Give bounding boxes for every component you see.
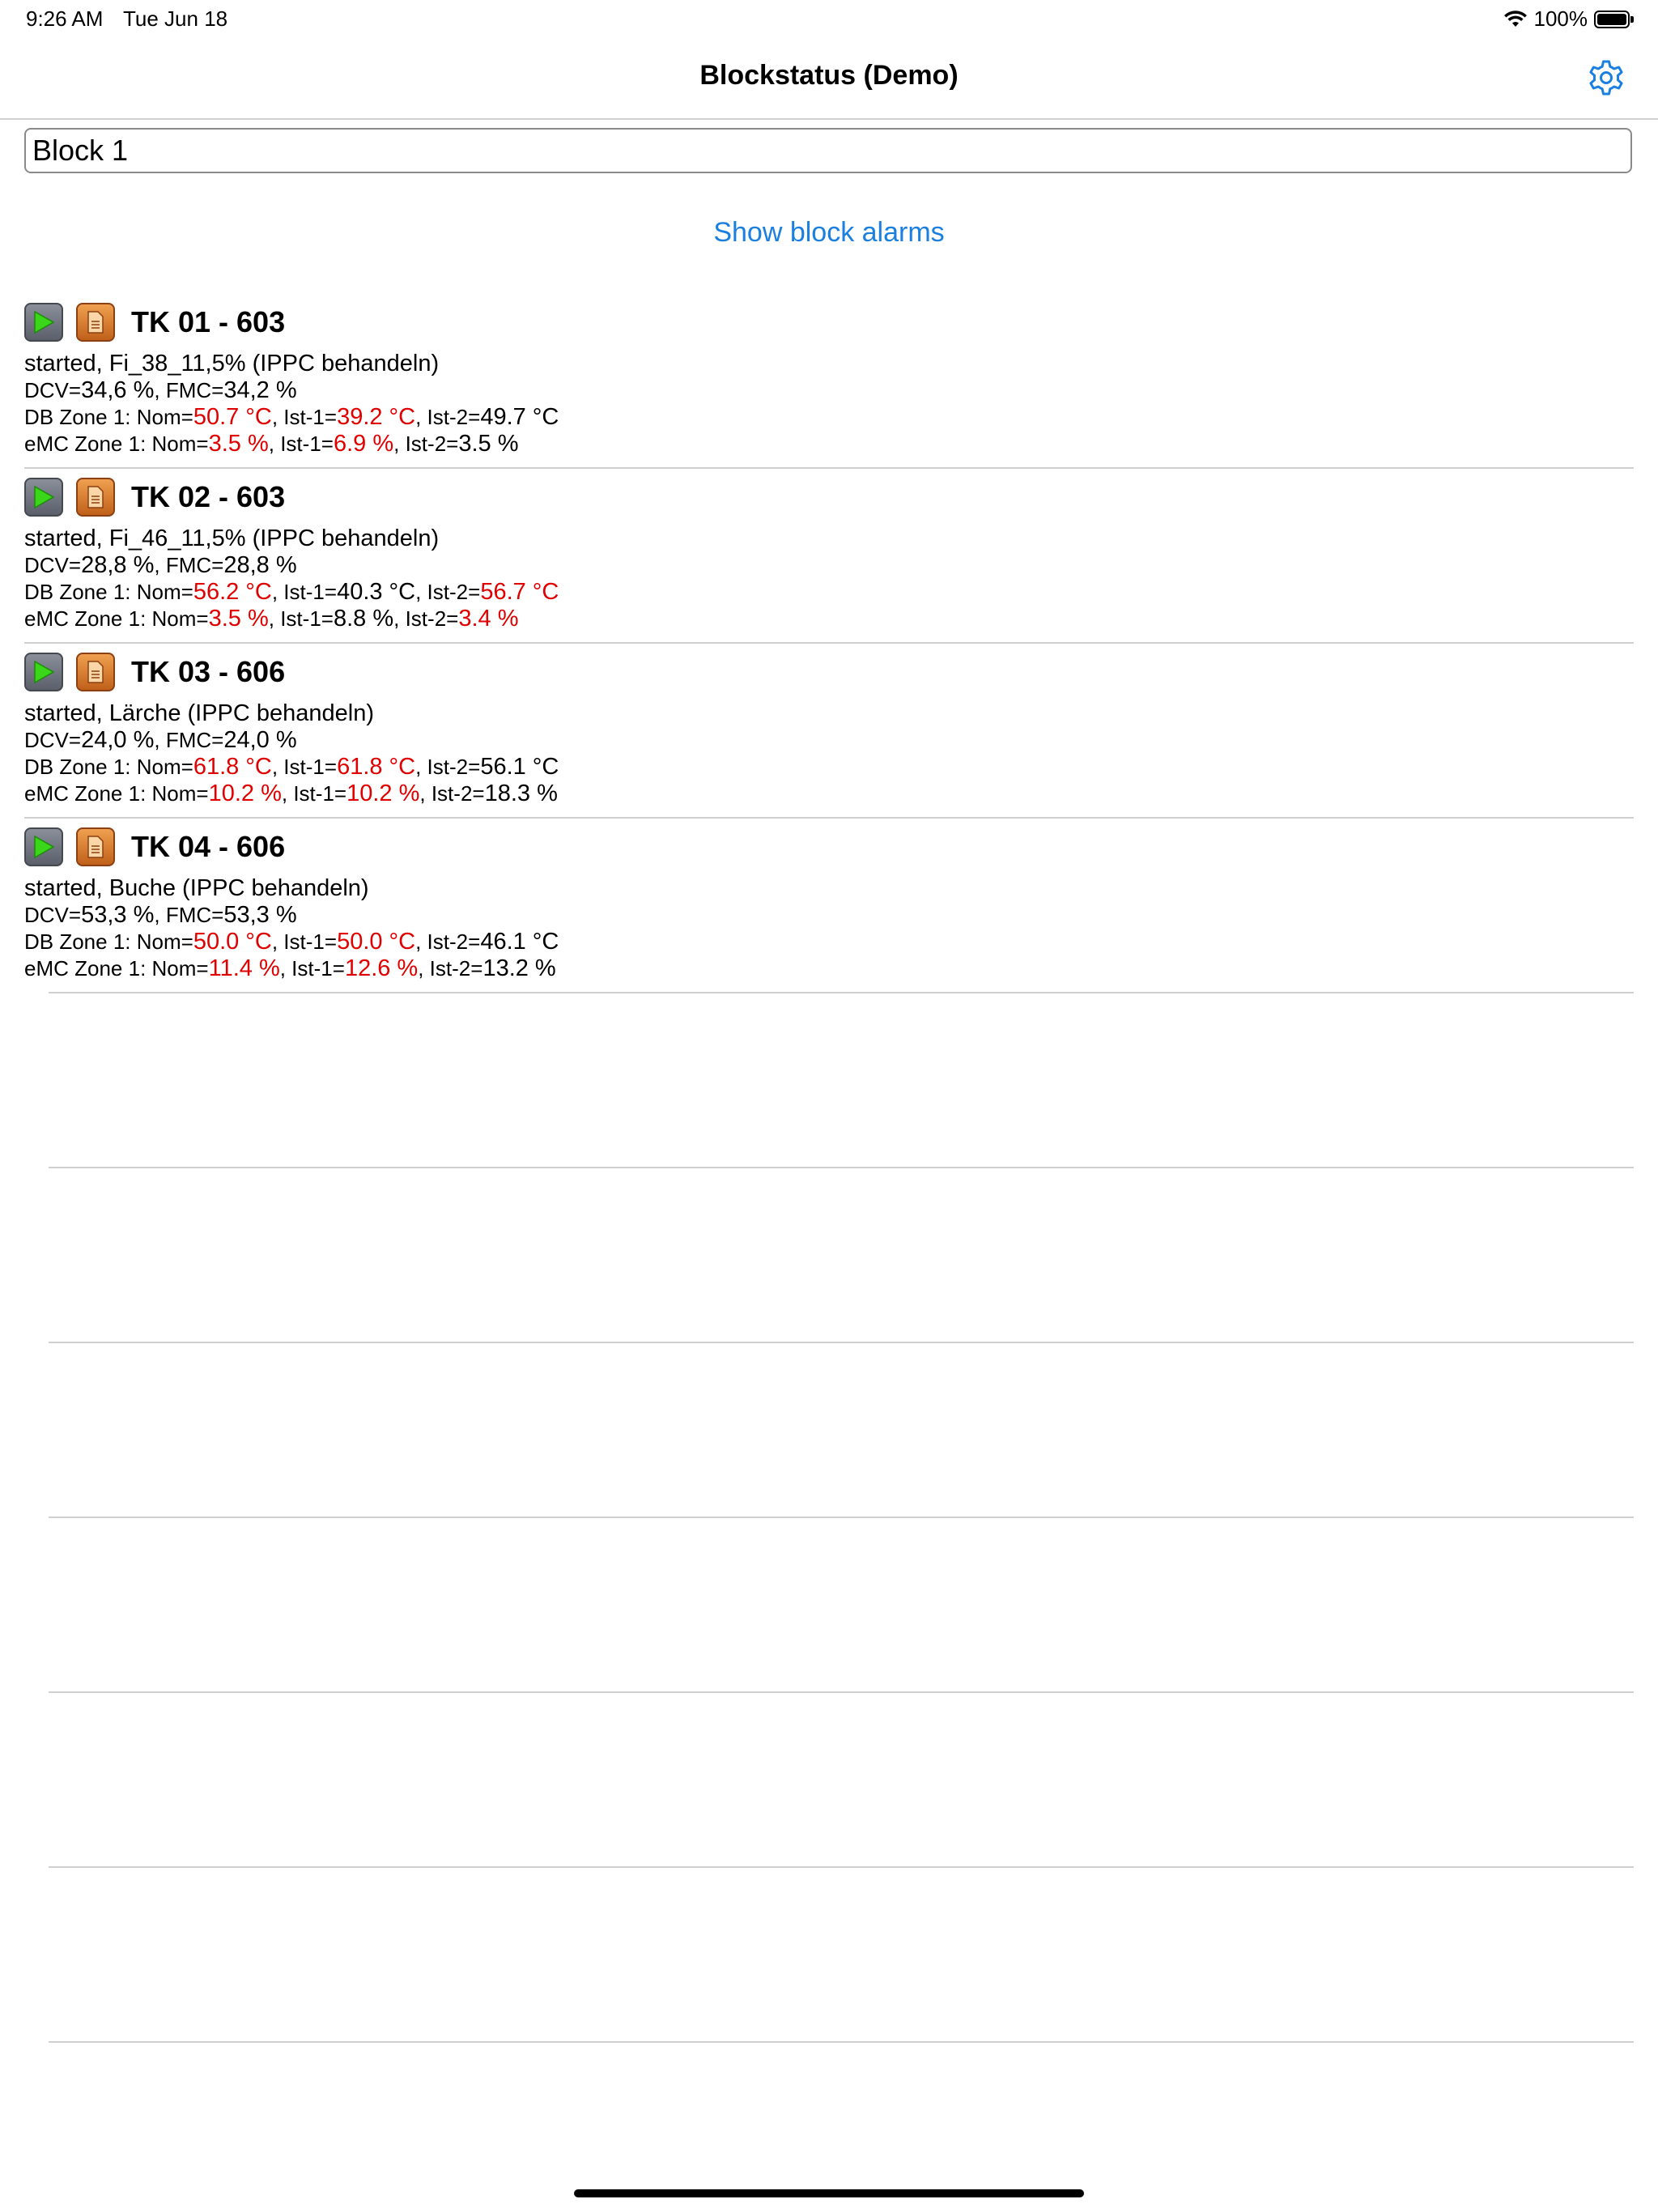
row-status: started, Fi_46_11,5% (IPPC behandeln) (24, 525, 440, 551)
row-db-zone: DB Zone 1: Nom=50.7 °C, Ist-1=39.2 °C, I… (24, 404, 559, 430)
play-button[interactable] (24, 827, 63, 866)
play-icon (34, 660, 55, 684)
empty-row-separator (49, 2041, 1634, 2043)
row-status: started, Buche (IPPC behandeln) (24, 875, 369, 901)
row-dcv-fmc: DCV=34,6 %, FMC=34,2 % (24, 377, 297, 403)
play-icon (34, 835, 55, 859)
home-indicator[interactable] (574, 2189, 1084, 2197)
page-title: Blockstatus (Demo) (699, 60, 959, 91)
empty-row-separator (49, 1866, 1634, 1868)
play-icon (34, 310, 55, 334)
document-icon (87, 836, 104, 858)
block-field[interactable] (24, 128, 1632, 173)
row-separator (24, 817, 1634, 819)
status-date: Tue Jun 18 (123, 6, 228, 31)
row-emc-zone: eMC Zone 1: Nom=11.4 %, Ist-1=12.6 %, Is… (24, 955, 556, 981)
list-item[interactable]: TK 03 - 606 started, Lärche (IPPC behand… (24, 651, 1634, 807)
document-icon (87, 311, 104, 334)
list-item[interactable]: TK 04 - 606 started, Buche (IPPC behande… (24, 826, 1634, 982)
document-button[interactable] (76, 478, 115, 517)
row-emc-zone: eMC Zone 1: Nom=10.2 %, Ist-1=10.2 %, Is… (24, 781, 558, 806)
wifi-icon (1503, 10, 1528, 28)
document-icon (87, 486, 104, 508)
play-button[interactable] (24, 303, 63, 342)
list-item[interactable]: TK 01 - 603 started, Fi_38_11,5% (IPPC b… (24, 301, 1634, 457)
gear-icon (1589, 60, 1623, 96)
row-dcv-fmc: DCV=53,3 %, FMC=53,3 % (24, 902, 297, 928)
row-title: TK 02 - 603 (131, 480, 286, 513)
document-icon (87, 661, 104, 683)
row-emc-zone: eMC Zone 1: Nom=3.5 %, Ist-1=6.9 %, Ist-… (24, 431, 519, 457)
row-db-zone: DB Zone 1: Nom=50.0 °C, Ist-1=50.0 °C, I… (24, 929, 559, 955)
empty-row-separator (49, 1167, 1634, 1168)
row-separator (24, 467, 1634, 469)
row-db-zone: DB Zone 1: Nom=61.8 °C, Ist-1=61.8 °C, I… (24, 754, 559, 780)
row-separator (24, 642, 1634, 644)
list-item[interactable]: TK 02 - 603 started, Fi_46_11,5% (IPPC b… (24, 476, 1634, 632)
row-title: TK 04 - 606 (131, 830, 286, 863)
status-time: 9:26 AM (26, 6, 104, 31)
empty-row-separator (49, 1691, 1634, 1693)
status-bar: 9:26 AM Tue Jun 18 100% (0, 0, 1658, 39)
play-button[interactable] (24, 478, 63, 517)
row-title: TK 03 - 606 (131, 655, 286, 688)
document-button[interactable] (76, 827, 115, 866)
battery-icon (1594, 10, 1634, 28)
show-block-alarms-button[interactable]: Show block alarms (0, 217, 1658, 249)
empty-row-separator (49, 1342, 1634, 1343)
row-db-zone: DB Zone 1: Nom=56.2 °C, Ist-1=40.3 °C, I… (24, 579, 559, 605)
row-dcv-fmc: DCV=24,0 %, FMC=24,0 % (24, 727, 297, 753)
row-separator (49, 992, 1634, 993)
empty-row-separator (49, 1516, 1634, 1518)
navigation-bar: Blockstatus (Demo) (0, 39, 1658, 120)
battery-percent: 100% (1533, 6, 1588, 31)
row-emc-zone: eMC Zone 1: Nom=3.5 %, Ist-1=8.8 %, Ist-… (24, 606, 519, 632)
settings-button[interactable] (1585, 57, 1627, 99)
row-status: started, Lärche (IPPC behandeln) (24, 700, 375, 726)
row-status: started, Fi_38_11,5% (IPPC behandeln) (24, 351, 440, 376)
document-button[interactable] (76, 303, 115, 342)
status-indicators: 100% (1503, 6, 1634, 32)
document-button[interactable] (76, 653, 115, 691)
play-button[interactable] (24, 653, 63, 691)
row-title: TK 01 - 603 (131, 305, 286, 338)
play-icon (34, 485, 55, 509)
row-dcv-fmc: DCV=28,8 %, FMC=28,8 % (24, 552, 297, 578)
